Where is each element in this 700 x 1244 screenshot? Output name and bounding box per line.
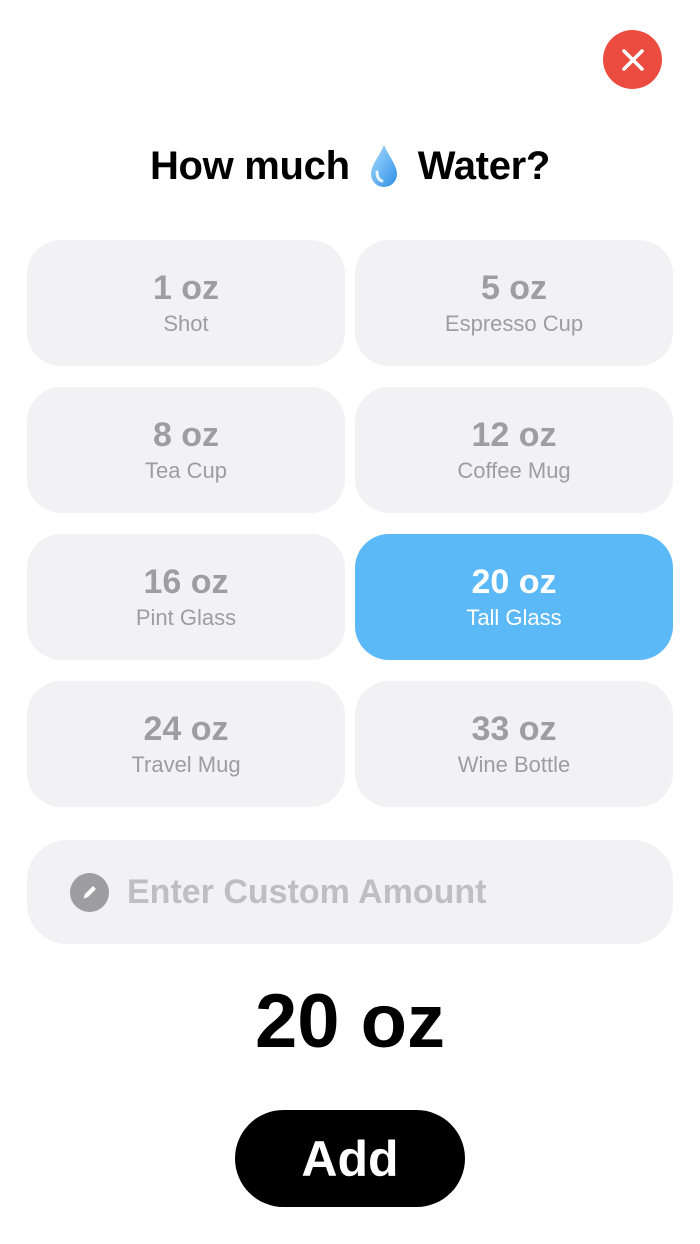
amount-option[interactable]: 33 oz Wine Bottle	[355, 681, 673, 807]
option-amount: 12 oz	[471, 416, 557, 454]
total-amount: 20 oz	[254, 979, 446, 1064]
title-suffix: Water?	[417, 143, 551, 188]
option-amount: 16 oz	[143, 563, 229, 601]
amount-option[interactable]: 16 oz Pint Glass	[27, 534, 345, 660]
pencil-icon	[70, 872, 109, 912]
option-label: Tall Glass	[466, 605, 562, 630]
option-amount: 20 oz	[471, 563, 557, 601]
option-label: Tea Cup	[145, 458, 227, 483]
amount-option[interactable]: 20 oz Tall Glass	[355, 534, 673, 660]
option-label: Pint Glass	[135, 605, 237, 630]
option-label: Shot	[163, 311, 209, 336]
custom-amount-field[interactable]	[27, 840, 673, 944]
option-label: Wine Bottle	[457, 752, 571, 777]
amount-option[interactable]: 8 oz Tea Cup	[27, 387, 345, 513]
title-prefix: How much	[149, 143, 350, 188]
add-button[interactable]: Add	[235, 1110, 465, 1207]
option-label: Coffee Mug	[457, 458, 571, 483]
option-amount: 33 oz	[471, 710, 557, 748]
option-amount: 24 oz	[143, 710, 229, 748]
custom-amount-input[interactable]	[127, 872, 647, 912]
option-amount: 8 oz	[152, 416, 220, 454]
amount-options-grid: 1 oz Shot 5 oz Espresso Cup 8 oz Tea Cup 12 oz…	[27, 240, 673, 807]
close-button[interactable]	[603, 30, 662, 89]
option-amount: 1 oz	[152, 269, 220, 307]
amount-option[interactable]: 1 oz Shot	[27, 240, 345, 366]
option-label: Travel Mug	[131, 752, 241, 777]
option-amount: 5 oz	[480, 269, 548, 307]
water-drop-icon	[370, 145, 397, 187]
option-label: Espresso Cup	[444, 311, 584, 336]
amount-option[interactable]: 12 oz Coffee Mug	[355, 387, 673, 513]
page-title: How much Water?	[0, 140, 700, 192]
amount-option[interactable]: 24 oz Travel Mug	[27, 681, 345, 807]
water-amount-screen: How much Water? 1 oz Shot 5 oz Espresso Cup…	[0, 0, 700, 1244]
amount-option[interactable]: 5 oz Espresso Cup	[355, 240, 673, 366]
close-icon	[621, 48, 644, 71]
